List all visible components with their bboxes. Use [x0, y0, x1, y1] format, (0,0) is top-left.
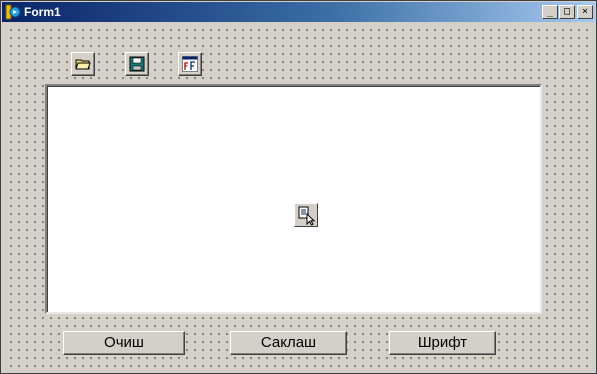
title-bar[interactable]: Form1 _ □ ×: [2, 2, 595, 22]
save-toolbar-button[interactable]: [125, 52, 149, 76]
window-title: Form1: [24, 5, 61, 19]
open-dialog-component-icon: [298, 206, 316, 226]
maximize-icon: □: [563, 6, 571, 17]
close-icon: ×: [581, 6, 589, 17]
minimize-icon: _: [546, 6, 554, 17]
close-button[interactable]: ×: [577, 5, 593, 19]
font-dialog-icon: [182, 56, 198, 72]
memo-editor[interactable]: [45, 84, 542, 314]
form-client-area: Очиш Саклаш Шрифт: [5, 23, 594, 373]
open-dialog-component[interactable]: [294, 203, 318, 227]
font-toolbar-button[interactable]: [178, 52, 202, 76]
save-button[interactable]: Саклаш: [230, 331, 347, 355]
open-button[interactable]: [71, 52, 95, 76]
clear-button[interactable]: Очиш: [63, 331, 185, 355]
app-icon[interactable]: [5, 4, 21, 20]
floppy-disk-icon: [129, 56, 145, 72]
form-window: Form1 _ □ × Очиш Саклаш Шрифт: [0, 0, 597, 374]
maximize-button[interactable]: □: [559, 5, 575, 19]
font-button[interactable]: Шрифт: [389, 331, 496, 355]
open-folder-icon: [75, 59, 91, 70]
minimize-button[interactable]: _: [542, 5, 558, 19]
